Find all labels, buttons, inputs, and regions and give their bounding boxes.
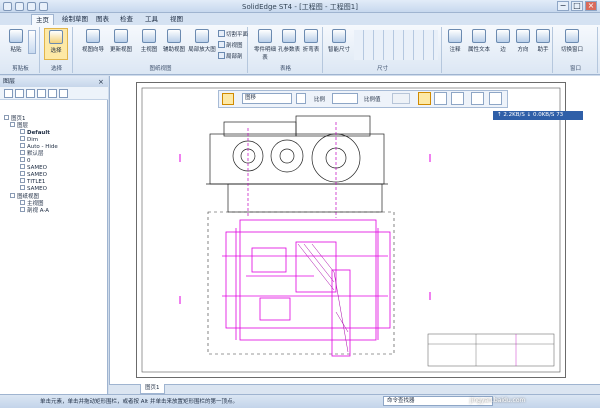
clipboard-small-icons[interactable] (28, 30, 36, 54)
property-text-button[interactable]: 属性文本 (467, 28, 491, 60)
panel-title: 图层 (0, 76, 108, 87)
tab-sketch[interactable]: 绘制草图 (58, 14, 92, 25)
window-title: SolidEdge ST4 - [工程图 - 工程图1] (242, 3, 358, 11)
broken-out-button[interactable]: 局部剖 (218, 52, 243, 61)
assistant-button[interactable]: 助手 (533, 28, 553, 60)
parts-list-icon (258, 29, 272, 43)
tree-item[interactable]: 默认层 (20, 150, 44, 157)
tab-home[interactable]: 主页 (31, 14, 54, 25)
panel-close-icon[interactable]: × (98, 78, 104, 86)
minimize-button[interactable]: − (557, 1, 569, 11)
principal-view-icon (142, 29, 156, 43)
hole-table-button[interactable]: 孔参数表 (278, 28, 300, 60)
activate-layer-icon[interactable] (48, 89, 57, 98)
new-layer-icon[interactable] (4, 89, 13, 98)
tree-item[interactable]: SAMEO (20, 171, 47, 178)
switch-window-icon (565, 29, 579, 43)
detail-view-button[interactable]: 局部放大图 (188, 28, 216, 60)
auxiliary-view-button[interactable]: 辅助视图 (162, 28, 186, 60)
tree-item[interactable]: 主视图 (20, 200, 44, 207)
tree-item[interactable]: SAMEO (20, 185, 47, 192)
assistant-icon (536, 29, 550, 43)
annotation-tool-icon[interactable] (434, 92, 447, 105)
tree-item[interactable]: 图纸视图 (10, 193, 39, 200)
sheet-tab[interactable]: 图页1 (140, 384, 165, 394)
close-button[interactable]: × (585, 1, 597, 11)
paste-icon (9, 29, 23, 43)
tree-item[interactable]: 图页1 (4, 115, 26, 122)
edge-icon (496, 29, 510, 43)
direction-button[interactable]: 方向 (513, 28, 533, 60)
render-tool-icon[interactable] (489, 92, 502, 105)
tab-view[interactable]: 视图 (166, 14, 187, 25)
show-layer-icon[interactable] (26, 89, 35, 98)
maximize-button[interactable]: □ (571, 1, 583, 11)
scale-label: 比例 (314, 97, 326, 103)
update-views-icon (114, 29, 128, 43)
cutting-plane-icon (218, 30, 225, 37)
section-view-button[interactable]: 剖视图 (218, 41, 243, 50)
paste-button[interactable]: 粘贴 (6, 28, 26, 60)
dimension-tool-grid[interactable] (354, 30, 438, 60)
detail-view-icon (195, 29, 209, 43)
auxiliary-view-icon (167, 29, 181, 43)
delete-layer-icon[interactable] (15, 89, 24, 98)
watermark: jingyan.baidu.com (470, 397, 526, 404)
tree-item[interactable]: SAMEO (20, 164, 47, 171)
cutting-plane-button[interactable]: 切割平面 (218, 30, 248, 39)
rotate-tool-icon[interactable] (451, 92, 464, 105)
scale-dropdown[interactable] (332, 93, 358, 104)
tab-tools[interactable]: 工具 (141, 14, 162, 25)
status-hint: 单击元素，单击并拖动矩形围栏，或者按 Alt 并单击来放置矩形围栏的第一顶点。 (40, 399, 238, 405)
tab-charts[interactable]: 图表 (92, 14, 113, 25)
drawing-graphics (141, 87, 561, 373)
principal-view-button[interactable]: 主视图 (138, 28, 160, 60)
view-tool-icon[interactable] (471, 92, 484, 105)
hole-table-icon (282, 29, 296, 43)
bend-table-button[interactable]: 折弯表 (301, 28, 321, 60)
tree-item[interactable]: TITLE1 (20, 178, 45, 185)
scale-value-input[interactable] (392, 93, 410, 104)
layer-settings-icon[interactable] (59, 89, 68, 98)
sheet-tabs (109, 384, 600, 394)
tab-inspect[interactable]: 检查 (116, 14, 137, 25)
switch-window-button[interactable]: 切换窗口 (558, 28, 586, 60)
edge-button[interactable]: 边 (493, 28, 513, 60)
section-view-icon (218, 41, 225, 48)
hide-layer-icon[interactable] (37, 89, 46, 98)
direction-icon (516, 29, 530, 43)
tree-item[interactable]: Dim (20, 136, 38, 143)
annotation-button[interactable]: 注释 (445, 28, 465, 60)
tree-item[interactable]: 剖视 A-A (20, 207, 49, 214)
select-tool-icon[interactable] (222, 93, 234, 105)
smart-dimension-button[interactable]: 智能尺寸 (328, 28, 350, 60)
bend-table-icon (304, 29, 318, 43)
tree-item[interactable]: Auto - Hide (20, 143, 58, 150)
view-wizard-icon (86, 29, 100, 43)
network-speed-overlay: ↑ 2.2KB/S ↓ 0.0KB/S 73 (493, 111, 583, 120)
smart-dimension-icon (332, 29, 346, 43)
tree-item[interactable]: 图层 (10, 122, 28, 129)
select-button[interactable]: 选择 (44, 28, 68, 60)
tree-item[interactable]: Default (20, 129, 50, 136)
broken-out-icon (218, 52, 225, 59)
tree-item[interactable]: 0 (20, 157, 31, 164)
parts-list-button[interactable]: 零件明细表 (253, 28, 277, 61)
color-picker-icon[interactable] (296, 93, 306, 104)
property-tool-icon[interactable] (418, 92, 431, 105)
update-views-button[interactable]: 更新视图 (108, 28, 134, 60)
pointer-icon (49, 30, 63, 44)
view-wizard-button[interactable]: 视图向导 (80, 28, 106, 60)
layer-dropdown[interactable]: 图移 (242, 93, 292, 104)
property-text-icon (472, 29, 486, 43)
annotation-icon (448, 29, 462, 43)
scale-value-label: 比例值 (364, 97, 381, 103)
